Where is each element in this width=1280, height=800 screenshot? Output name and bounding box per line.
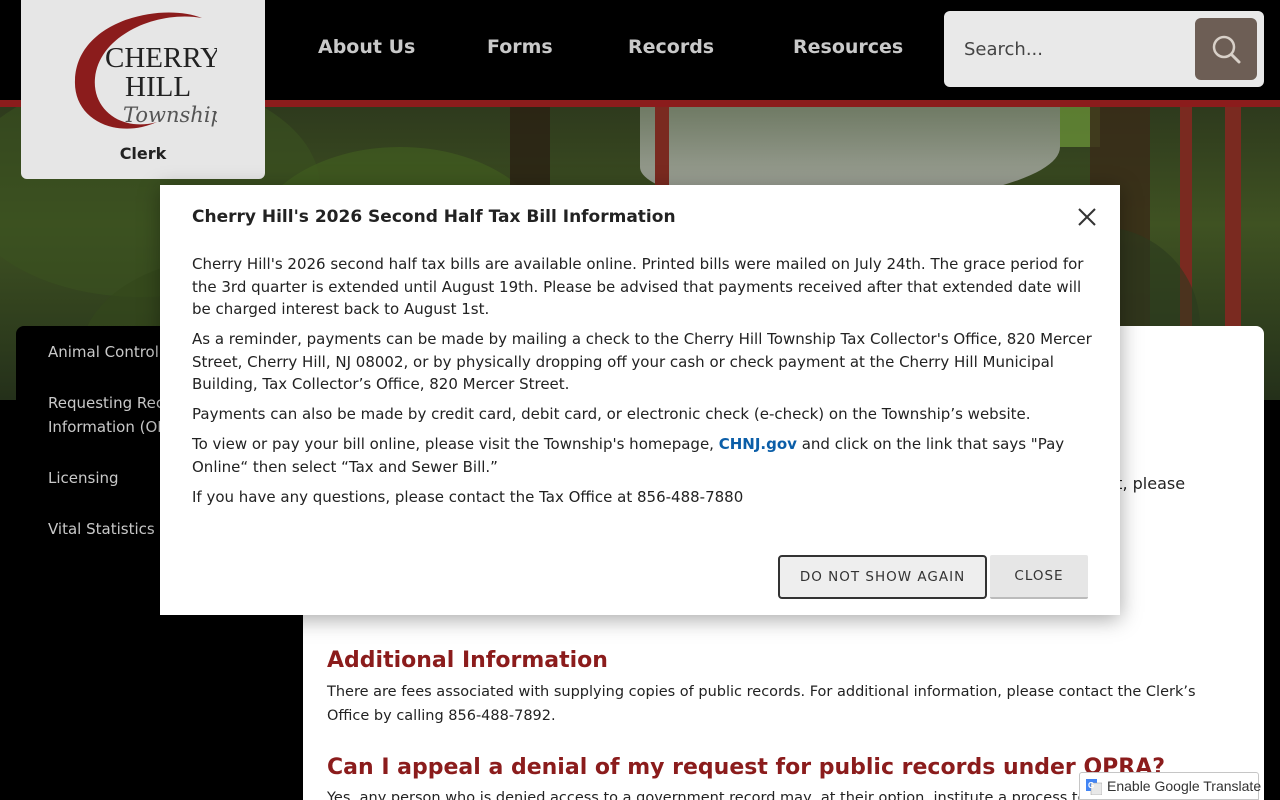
google-translate-icon: G (1086, 779, 1102, 795)
cherry-hill-logo-icon: CHERRY HILL Township (74, 12, 217, 129)
nav-records[interactable]: Records (628, 36, 714, 58)
search-button[interactable] (1195, 18, 1257, 80)
nav-about-us[interactable]: About Us (318, 36, 415, 58)
search-box (944, 11, 1264, 87)
sidebar-item-vital-statistics[interactable]: Vital Statistics (48, 517, 155, 541)
section-heading-appeal-denial: Can I appeal a denial of my request for … (327, 755, 1165, 780)
google-translate-label: Enable Google Translate (1107, 778, 1262, 794)
modal-paragraph: As a reminder, payments can be made by m… (192, 330, 1092, 393)
modal-paragraph-with-link: To view or pay your bill online, please … (192, 433, 1092, 478)
nav-resources[interactable]: Resources (793, 36, 903, 58)
sidebar-item-label: Requesting Reco (48, 394, 174, 412)
search-icon (1212, 35, 1241, 64)
sidebar-item-requesting-records[interactable]: Requesting Reco Information (OP (48, 391, 173, 439)
modal-paragraph: Cherry Hill's 2026 second half tax bills… (192, 255, 1084, 318)
logo-line1: CHERRY (105, 42, 217, 74)
chnj-link[interactable]: CHNJ.gov (719, 435, 797, 453)
modal-body: Cherry Hill's 2026 second half tax bills… (192, 253, 1092, 516)
sidebar-item-animal-control[interactable]: Animal Control (48, 340, 159, 364)
logo-line3: Township (123, 103, 217, 127)
sidebar-item-licensing[interactable]: Licensing (48, 466, 119, 490)
modal-title: Cherry Hill's 2026 Second Half Tax Bill … (192, 207, 676, 227)
section-text-appeal-denial: Yes, any person who is denied access to … (327, 790, 1107, 800)
close-icon[interactable] (1075, 205, 1099, 229)
department-name: Clerk (119, 144, 167, 163)
search-input[interactable] (956, 29, 1186, 69)
logo-line2: HILL (125, 71, 191, 103)
modal-paragraph: Payments can also be made by credit card… (192, 405, 1031, 423)
nav-forms[interactable]: Forms (487, 36, 553, 58)
tax-bill-modal: Cherry Hill's 2026 Second Half Tax Bill … (160, 185, 1120, 615)
section-text-additional-information: There are fees associated with supplying… (327, 684, 1196, 724)
do-not-show-again-button[interactable]: DO NOT SHOW AGAIN (778, 555, 987, 599)
logo[interactable]: CHERRY HILL Township Clerk (21, 0, 265, 179)
sidebar-item-label: Information (OP (48, 418, 167, 436)
close-button[interactable]: CLOSE (990, 555, 1088, 599)
modal-link-prefix: To view or pay your bill online, please … (192, 435, 719, 453)
google-translate-button[interactable]: G Enable Google Translate (1079, 772, 1262, 800)
svg-text:G: G (1088, 781, 1094, 790)
section-heading-additional-information: Additional Information (327, 648, 608, 673)
modal-paragraph: If you have any questions, please contac… (192, 487, 744, 506)
